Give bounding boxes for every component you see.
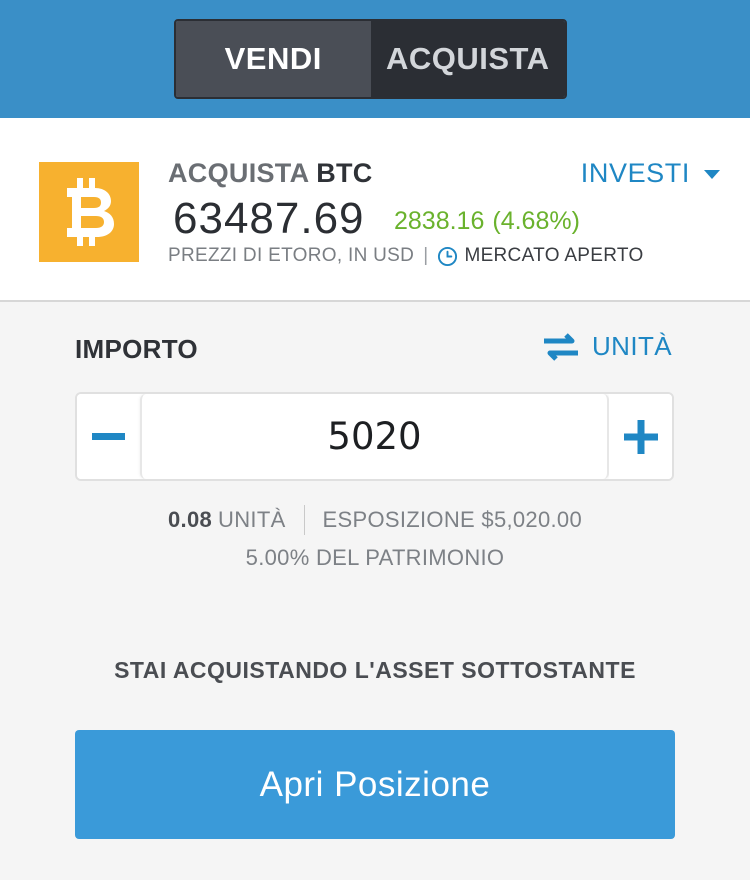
position-stats: 0.08 UNITÀ ESPOSIZIONE $5,020.00 5.00% D… bbox=[0, 505, 750, 571]
sell-buy-toggle: VENDI ACQUISTA bbox=[174, 19, 567, 99]
invest-mode-label: INVESTI bbox=[580, 158, 690, 188]
open-position-button[interactable]: Apri Posizione bbox=[75, 730, 675, 839]
amount-input[interactable] bbox=[140, 394, 609, 479]
equity-percent: 5.00% DEL PATRIMONIO bbox=[245, 545, 505, 570]
increase-button[interactable] bbox=[609, 394, 672, 479]
invest-mode-dropdown[interactable]: INVESTI bbox=[581, 158, 720, 189]
clock-icon bbox=[438, 246, 458, 266]
asset-title: ACQUISTA BTC bbox=[168, 158, 373, 189]
price-source: PREZZI DI ETORO, IN USD bbox=[168, 245, 415, 266]
asset-symbol: BTC bbox=[316, 158, 373, 188]
price-change: 2838.16 (4.68%) bbox=[394, 207, 580, 236]
amount-label: IMPORTO bbox=[75, 334, 198, 364]
sell-tab[interactable]: VENDI bbox=[176, 21, 371, 97]
change-value: 2838.16 bbox=[394, 207, 485, 235]
price-meta: PREZZI DI ETORO, IN USD | MERCATO APERTO bbox=[168, 245, 644, 267]
units-toggle[interactable]: UNITÀ bbox=[542, 331, 672, 362]
units-value: 0.08 bbox=[168, 507, 213, 532]
minus-icon bbox=[92, 433, 125, 440]
bitcoin-icon bbox=[39, 162, 139, 262]
action-label: ACQUISTA bbox=[168, 158, 309, 188]
change-percent: (4.68%) bbox=[492, 207, 580, 235]
underlying-asset-notice: STAI ACQUISTANDO L'ASSET SOTTOSTANTE bbox=[114, 657, 636, 683]
asset-panel: ACQUISTA BTC 63487.69 2838.16 (4.68%) PRE… bbox=[0, 118, 750, 302]
swap-arrows-icon bbox=[544, 332, 578, 361]
units-toggle-label: UNITÀ bbox=[592, 331, 672, 361]
caret-down-icon bbox=[704, 170, 720, 179]
trade-header: VENDI ACQUISTA bbox=[0, 0, 750, 118]
buy-tab[interactable]: ACQUISTA bbox=[370, 21, 565, 97]
plus-icon bbox=[623, 419, 658, 454]
asset-price: 63487.69 bbox=[173, 194, 365, 243]
meta-separator: | bbox=[423, 245, 429, 266]
stats-divider bbox=[303, 505, 305, 535]
market-status: MERCATO APERTO bbox=[464, 245, 644, 266]
decrease-button[interactable] bbox=[77, 394, 140, 479]
amount-stepper bbox=[75, 392, 674, 481]
exposure-value: ESPOSIZIONE $5,020.00 bbox=[322, 507, 582, 532]
units-label: UNITÀ bbox=[218, 507, 286, 532]
